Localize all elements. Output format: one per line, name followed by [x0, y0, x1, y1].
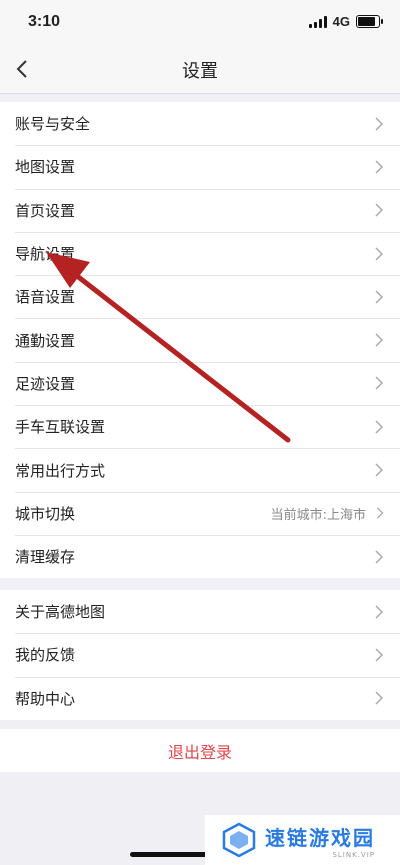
settings-item-city-switch[interactable]: 城市切换 当前城市:上海市: [0, 491, 400, 535]
chevron-right-icon: [375, 203, 384, 217]
logout-button[interactable]: 退出登录: [0, 729, 400, 772]
settings-item-label: 手车互联设置: [15, 418, 106, 437]
settings-item-label: 清理缓存: [15, 548, 76, 567]
settings-item-commute[interactable]: 通勤设置: [0, 318, 400, 361]
nav-bar: 设置: [0, 45, 400, 94]
settings-item-feedback[interactable]: 我的反馈: [0, 633, 400, 676]
logout-label: 退出登录: [167, 742, 232, 762]
settings-item-label: 首页设置: [15, 201, 76, 220]
settings-item-phone-car-link[interactable]: 手车互联设置: [0, 405, 400, 448]
settings-item-label: 导航设置: [15, 245, 76, 264]
chevron-right-icon: [375, 290, 384, 304]
status-time: 3:10: [28, 13, 61, 30]
settings-item-about[interactable]: 关于高德地图: [0, 590, 400, 633]
settings-item-label: 地图设置: [15, 158, 76, 177]
settings-item-help[interactable]: 帮助中心: [0, 676, 400, 720]
watermark-text: 速链游戏园: [265, 825, 375, 850]
settings-item-label: 我的反馈: [15, 646, 76, 665]
settings-item-label: 通勤设置: [15, 331, 76, 350]
chevron-right-icon: [375, 376, 384, 390]
signal-icon: [308, 15, 327, 28]
battery-icon: [356, 15, 383, 28]
chevron-right-icon: [376, 507, 384, 519]
status-icons: 4G: [308, 14, 383, 29]
watermark-logo-icon: [222, 822, 256, 858]
chevron-right-icon: [375, 247, 384, 261]
chevron-right-icon: [375, 691, 384, 705]
current-city-value: 当前城市:上海市: [270, 507, 366, 523]
chevron-right-icon: [375, 160, 384, 174]
settings-item-label: 账号与安全: [15, 115, 91, 134]
status-bar: 3:10 4G: [0, 0, 400, 45]
chevron-right-icon: [375, 605, 384, 619]
settings-item-label: 城市切换: [15, 504, 76, 523]
settings-item-travel-mode[interactable]: 常用出行方式: [0, 448, 400, 491]
watermark: 速链游戏园 SLINK.VIP: [205, 815, 400, 865]
chevron-right-icon: [375, 117, 384, 131]
settings-item-label: 帮助中心: [15, 689, 76, 708]
page-title: 设置: [182, 61, 218, 82]
settings-group-main: 账号与安全 地图设置 首页设置 导航设置 语音设置 通勤设置 足迹设置 手车互联…: [0, 102, 400, 579]
settings-item-footprint[interactable]: 足迹设置: [0, 361, 400, 405]
settings-item-label: 足迹设置: [15, 374, 76, 393]
network-type: 4G: [332, 14, 350, 29]
settings-item-label: 常用出行方式: [15, 461, 106, 480]
settings-item-navigation[interactable]: 导航设置: [0, 231, 400, 275]
settings-item-label: 关于高德地图: [15, 603, 106, 622]
settings-item-account-security[interactable]: 账号与安全: [0, 102, 400, 145]
chevron-right-icon: [375, 463, 384, 477]
chevron-right-icon: [375, 420, 384, 434]
settings-item-voice[interactable]: 语音设置: [0, 275, 400, 318]
settings-item-label: 语音设置: [15, 288, 76, 307]
settings-group-about: 关于高德地图 我的反馈 帮助中心: [0, 590, 400, 720]
settings-item-map[interactable]: 地图设置: [0, 145, 400, 188]
chevron-right-icon: [375, 648, 384, 662]
settings-item-clear-cache[interactable]: 清理缓存: [0, 534, 400, 578]
settings-item-homepage[interactable]: 首页设置: [0, 188, 400, 232]
watermark-subtext: SLINK.VIP: [332, 850, 375, 859]
chevron-right-icon: [375, 550, 384, 564]
chevron-right-icon: [375, 333, 384, 347]
